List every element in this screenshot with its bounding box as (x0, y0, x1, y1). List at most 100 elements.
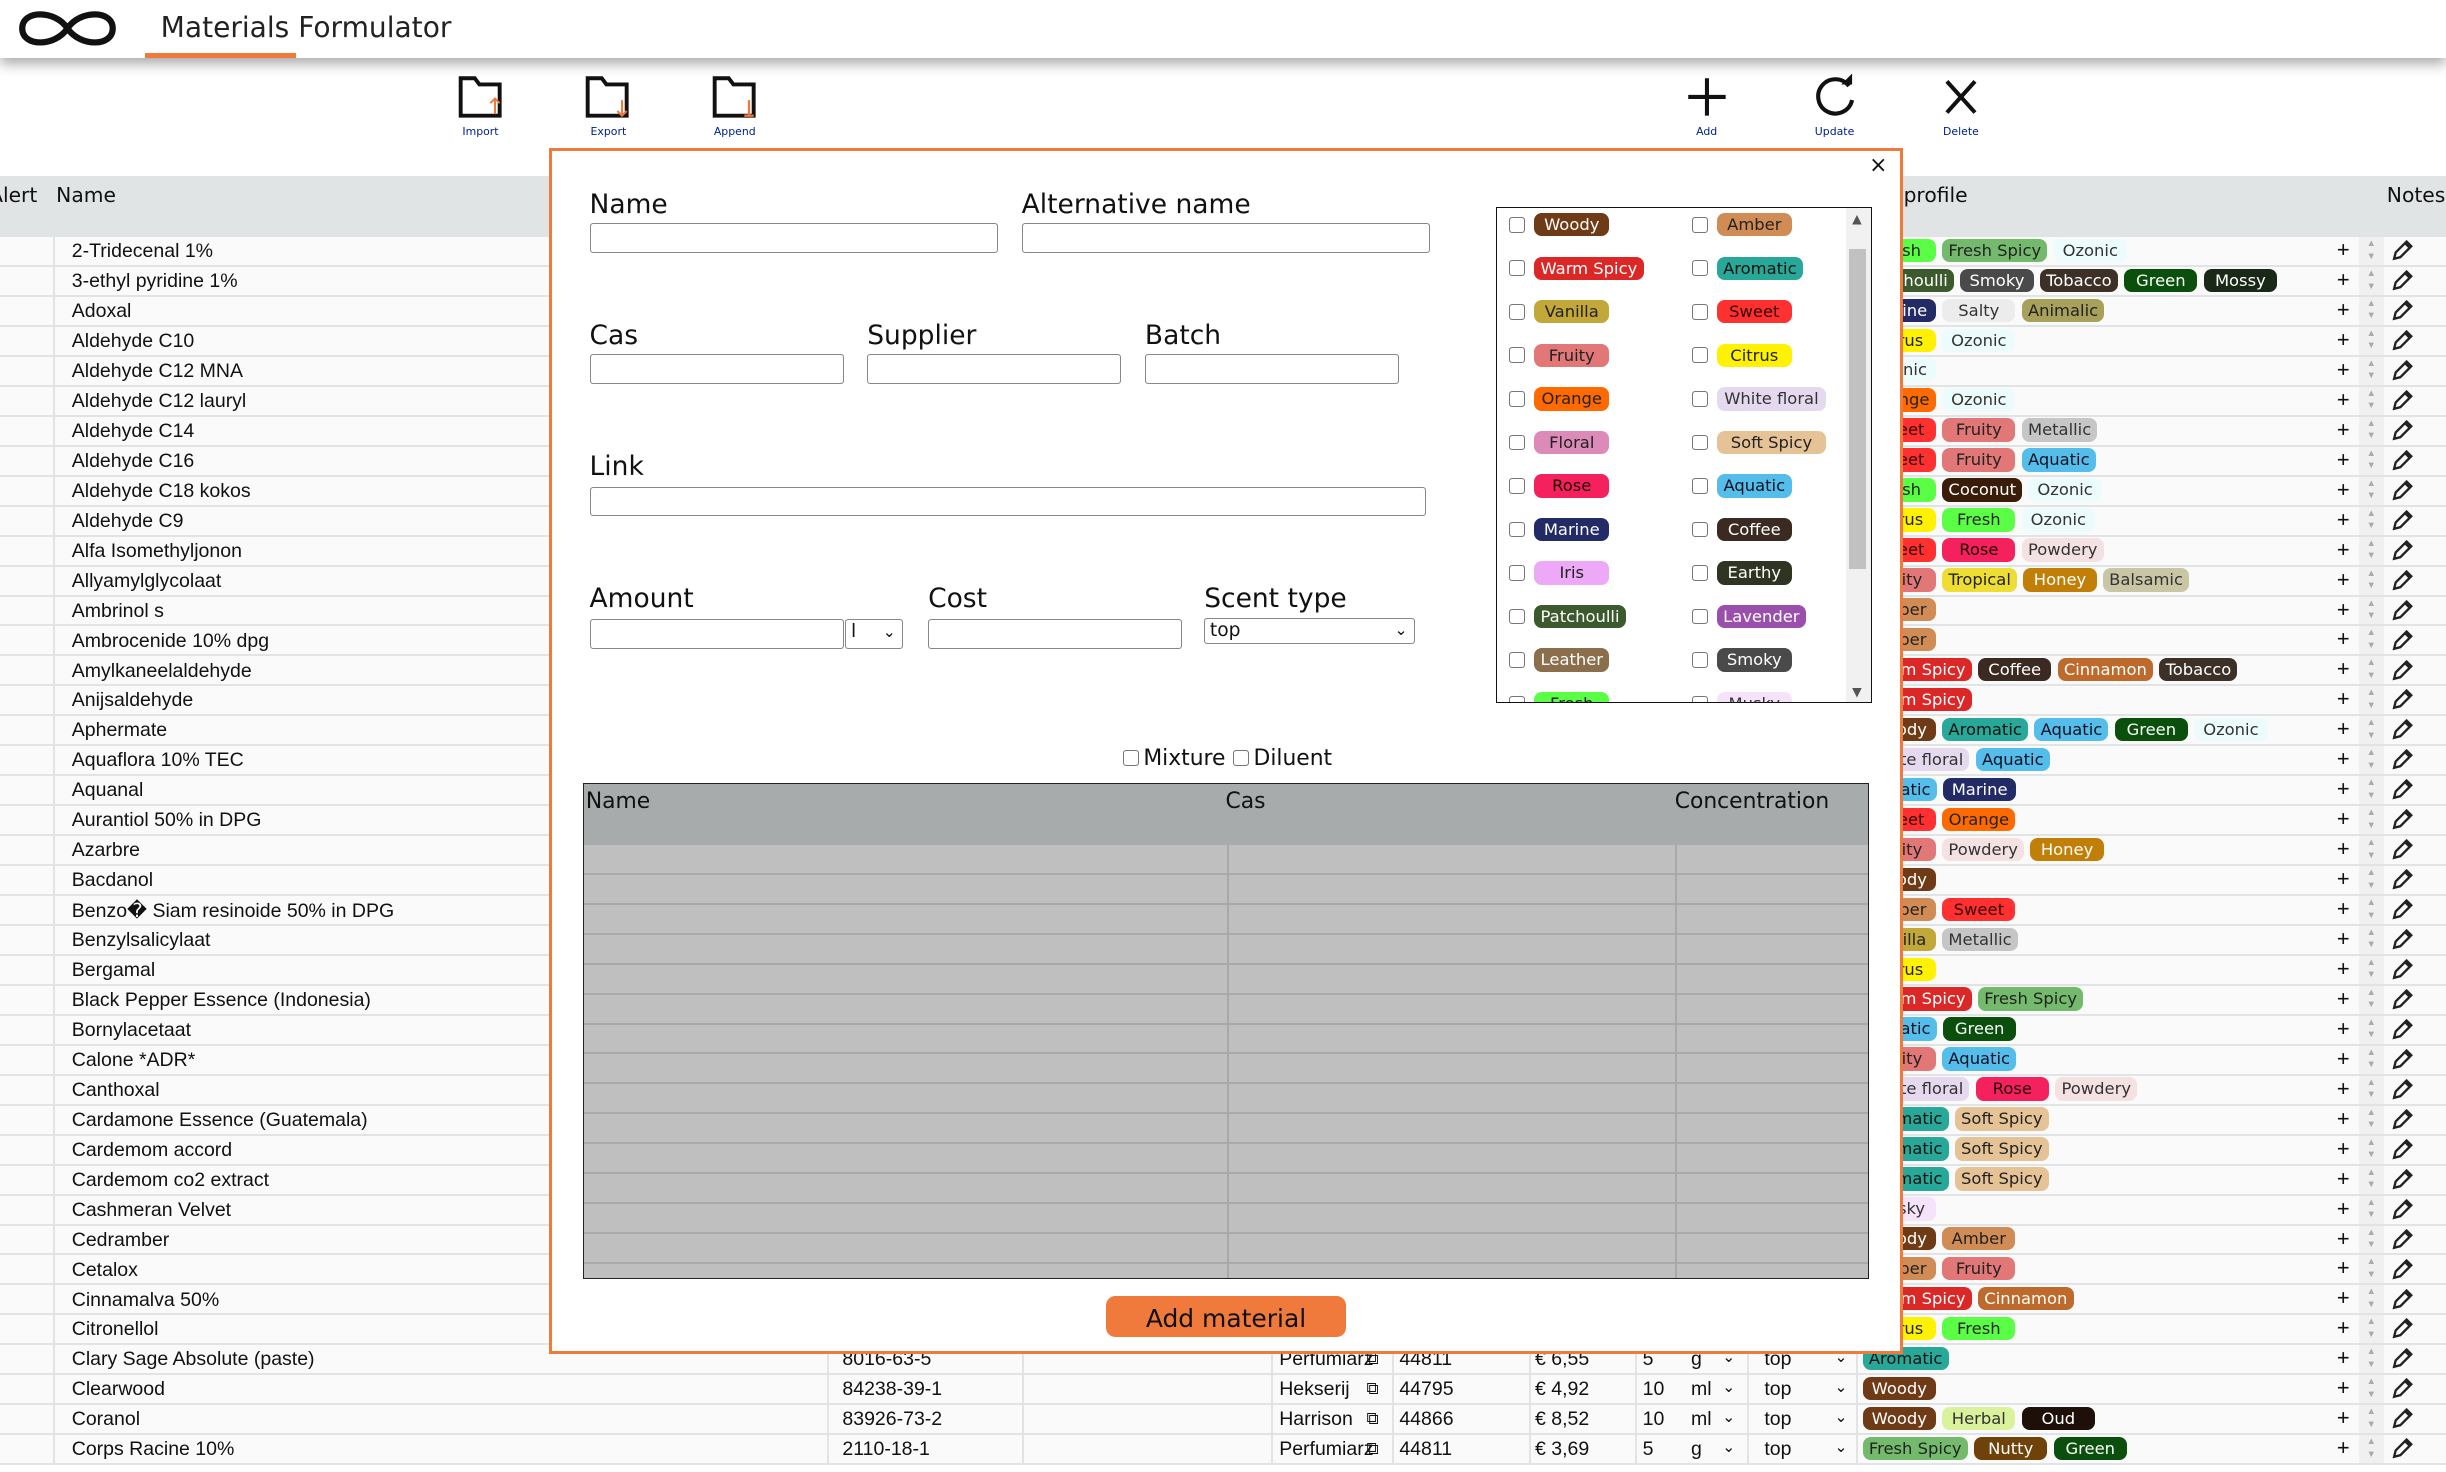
scent-option[interactable]: Woody (1509, 213, 1610, 237)
add-tag-button[interactable]: + (2337, 1255, 2350, 1281)
reorder-arrows-icon[interactable]: ▲ ▼ (2358, 1255, 2384, 1284)
diluent-checkbox[interactable] (1233, 750, 1249, 766)
reorder-arrows-icon[interactable]: ▲ ▼ (2358, 896, 2384, 924)
scent-option[interactable]: Musky (1691, 691, 1792, 703)
material-name[interactable]: Corps Racine 10% (72, 1438, 235, 1461)
add-tag-button[interactable]: + (2337, 866, 2350, 892)
add-tag-button[interactable]: + (2337, 656, 2350, 682)
add-tag-button[interactable]: + (2337, 1016, 2350, 1042)
material-name[interactable]: Canthoxal (72, 1079, 160, 1102)
reorder-arrows-icon[interactable]: ▲ ▼ (2358, 267, 2384, 295)
scent-option[interactable]: Rose (1509, 474, 1610, 498)
edit-pencil-icon[interactable] (2391, 389, 2414, 412)
scent-checkbox[interactable] (1509, 434, 1525, 451)
scent-option[interactable]: Aquatic (1691, 474, 1792, 498)
scent-checkbox[interactable] (1691, 565, 1708, 581)
material-name[interactable]: Cardemom co2 extract (72, 1169, 269, 1192)
material-name[interactable]: Cardamone Essence (Guatemala) (72, 1109, 368, 1132)
scent-checkbox[interactable] (1691, 478, 1708, 494)
reorder-arrows-icon[interactable]: ▲ ▼ (2358, 1135, 2384, 1164)
cost-input[interactable] (928, 619, 1183, 649)
batch-input[interactable] (1144, 353, 1400, 384)
reorder-arrows-icon[interactable]: ▲ ▼ (2358, 356, 2384, 385)
add-tag-button[interactable]: + (2337, 746, 2350, 772)
scent-checkbox[interactable] (1509, 521, 1525, 538)
edit-pencil-icon[interactable] (2391, 449, 2414, 472)
edit-pencil-icon[interactable] (2391, 539, 2414, 562)
unit-select[interactable]: l ⌄ (845, 619, 904, 649)
reorder-arrows-icon[interactable]: ▲ ▼ (2358, 1285, 2384, 1314)
edit-pencil-icon[interactable] (2391, 959, 2414, 981)
edit-pencil-icon[interactable] (2391, 629, 2414, 652)
scent-checkbox[interactable] (1509, 216, 1525, 233)
add-tag-button[interactable]: + (2337, 1375, 2350, 1401)
add-tag-button[interactable]: + (2337, 986, 2350, 1012)
material-name[interactable]: Aldehyde C14 (72, 420, 195, 443)
reorder-arrows-icon[interactable]: ▲ ▼ (2358, 326, 2384, 355)
add-button[interactable]: Add (1660, 72, 1754, 138)
material-name[interactable]: Bacdanol (72, 869, 153, 892)
reorder-arrows-icon[interactable]: ▲ ▼ (2358, 297, 2384, 325)
reorder-arrows-icon[interactable]: ▲ ▼ (2358, 446, 2384, 475)
add-tag-button[interactable]: + (2337, 896, 2350, 922)
add-tag-button[interactable]: + (2337, 1285, 2350, 1311)
scroll-up-icon[interactable]: ▲ (1852, 211, 1862, 226)
material-name[interactable]: Black Pepper Essence (Indonesia) (72, 989, 371, 1012)
scent-checkbox[interactable] (1509, 652, 1525, 668)
edit-pencil-icon[interactable] (2391, 1168, 2414, 1191)
export-button[interactable]: Export (562, 72, 656, 138)
edit-pencil-icon[interactable] (2391, 1108, 2414, 1131)
edit-pencil-icon[interactable] (2391, 1318, 2414, 1340)
edit-pencil-icon[interactable] (2391, 1348, 2414, 1370)
edit-pencil-icon[interactable] (2391, 809, 2414, 831)
scent-option[interactable]: Amber (1691, 213, 1792, 237)
edit-pencil-icon[interactable] (2391, 869, 2414, 891)
scent-option[interactable]: Fresh (1509, 691, 1610, 703)
reorder-arrows-icon[interactable]: ▲ ▼ (2358, 1345, 2384, 1374)
scent-checkbox[interactable] (1691, 695, 1708, 703)
edit-pencil-icon[interactable] (2391, 479, 2414, 502)
material-name[interactable]: Coranol (72, 1408, 140, 1431)
material-name[interactable]: 3-ethyl pyridine 1% (72, 270, 238, 293)
add-tag-button[interactable]: + (2337, 956, 2350, 982)
add-tag-button[interactable]: + (2337, 537, 2350, 563)
table-row[interactable]: Corps Racine 10% 2110-18-1 Perfumiarz 44811… (0, 1435, 2446, 1466)
add-tag-button[interactable]: + (2337, 1106, 2350, 1132)
reorder-arrows-icon[interactable]: ▲ ▼ (2358, 237, 2384, 266)
amount-input[interactable] (589, 619, 844, 649)
append-button[interactable]: Append (688, 72, 782, 138)
add-tag-button[interactable]: + (2337, 297, 2350, 323)
reorder-arrows-icon[interactable]: ▲ ▼ (2358, 1225, 2384, 1254)
edit-pencil-icon[interactable] (2391, 599, 2414, 622)
add-material-button[interactable]: Add material (1105, 1296, 1347, 1337)
scent-option[interactable]: White floral (1691, 387, 1827, 411)
chevron-down-icon[interactable]: ⌄ (1722, 1408, 1735, 1427)
chevron-down-icon[interactable]: ⌄ (1835, 1378, 1848, 1397)
material-name[interactable]: Clearwood (72, 1378, 165, 1401)
add-tag-button[interactable]: + (2337, 926, 2350, 952)
edit-pencil-icon[interactable] (2391, 719, 2414, 741)
reorder-arrows-icon[interactable]: ▲ ▼ (2358, 626, 2384, 655)
edit-pencil-icon[interactable] (2391, 1438, 2414, 1460)
reorder-arrows-icon[interactable]: ▲ ▼ (2358, 985, 2384, 1014)
edit-pencil-icon[interactable] (2391, 659, 2414, 682)
edit-pencil-icon[interactable] (2391, 1288, 2414, 1311)
material-name[interactable]: Benzo� Siam resinoide 50% in DPG (72, 899, 394, 923)
add-tag-button[interactable]: + (2337, 806, 2350, 832)
edit-pencil-icon[interactable] (2391, 509, 2414, 532)
reorder-arrows-icon[interactable]: ▲ ▼ (2358, 1375, 2384, 1404)
reorder-arrows-icon[interactable]: ▲ ▼ (2358, 716, 2384, 745)
edit-pencil-icon[interactable] (2391, 1018, 2414, 1041)
reorder-arrows-icon[interactable]: ▲ ▼ (2358, 1105, 2384, 1134)
header-name[interactable]: Name (56, 183, 116, 207)
chevron-down-icon[interactable]: ⌄ (1722, 1438, 1735, 1457)
reorder-arrows-icon[interactable]: ▲ ▼ (2358, 686, 2384, 715)
scent-checkbox[interactable] (1509, 565, 1525, 581)
scent-option[interactable]: Soft Spicy (1691, 430, 1827, 455)
material-name[interactable]: Aurantiol 50% in DPG (72, 809, 262, 832)
add-tag-button[interactable]: + (2337, 387, 2350, 413)
scent-checkbox[interactable] (1691, 434, 1708, 451)
add-tag-button[interactable]: + (2337, 1405, 2350, 1431)
scent-option[interactable]: Leather (1509, 648, 1610, 672)
chevron-down-icon[interactable]: ⌄ (1722, 1378, 1735, 1397)
